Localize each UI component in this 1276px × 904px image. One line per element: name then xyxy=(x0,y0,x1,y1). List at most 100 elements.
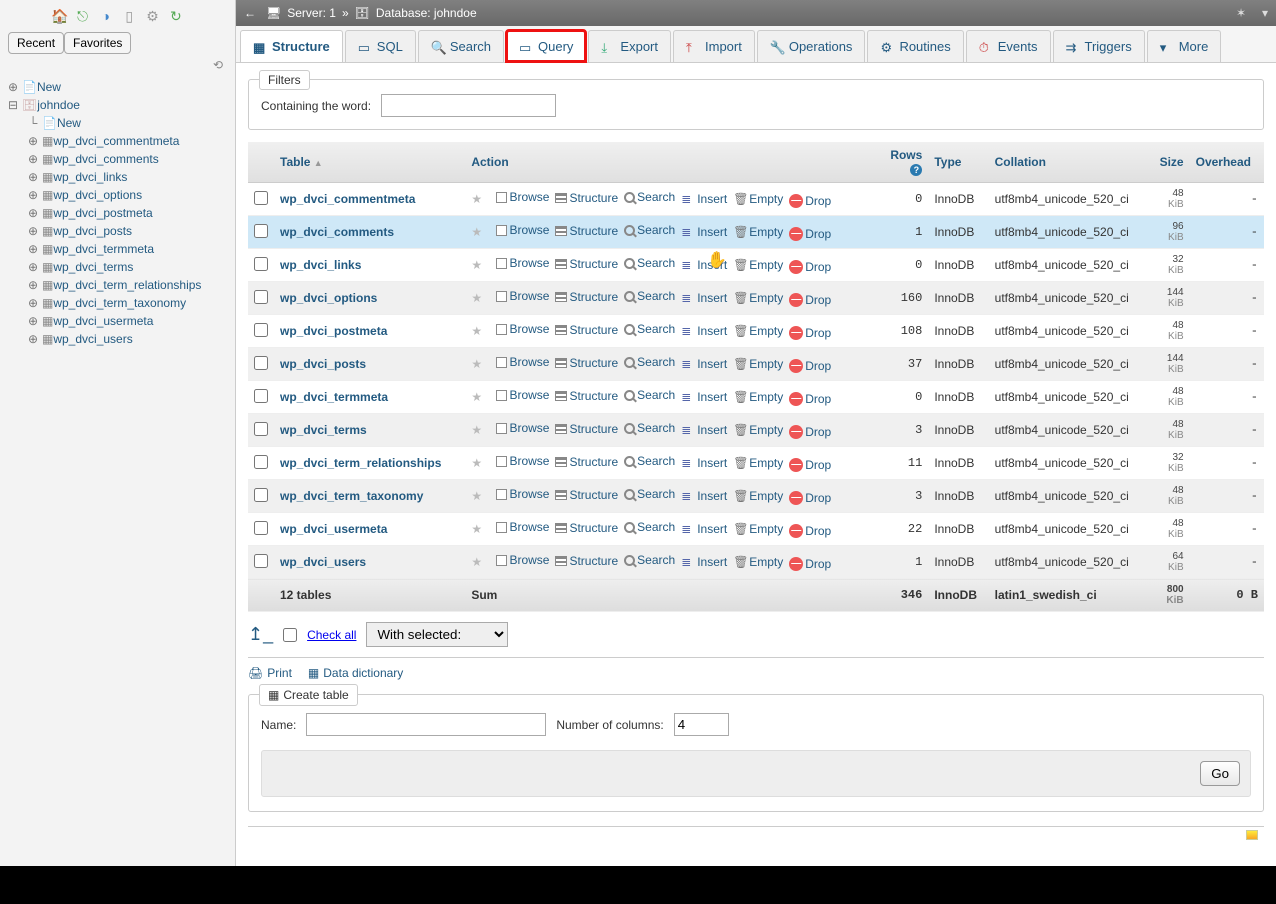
favorites-tab[interactable]: Favorites xyxy=(64,32,131,54)
tree-expand-icon[interactable]: ⊕ xyxy=(26,152,40,166)
drop-action[interactable]: —Drop xyxy=(789,557,831,571)
row-checkbox[interactable] xyxy=(254,224,268,238)
structure-action[interactable]: Structure xyxy=(555,422,618,436)
table-name-link[interactable]: wp_dvci_term_relationships xyxy=(280,456,441,470)
breadcrumb-database[interactable]: Database: johndoe xyxy=(376,6,477,20)
empty-action[interactable]: 🗑Empty xyxy=(733,456,783,470)
tree-table-link[interactable]: wp_dvci_commentmeta xyxy=(53,134,179,148)
empty-action[interactable]: 🗑Empty xyxy=(733,225,783,239)
favorite-icon[interactable]: ★ xyxy=(471,555,482,569)
browse-action[interactable]: Browse xyxy=(496,553,549,567)
tree-table-link[interactable]: wp_dvci_links xyxy=(53,170,127,184)
insert-action[interactable]: ≣Insert xyxy=(681,456,727,470)
tree-expand-icon[interactable]: ⊕ xyxy=(26,134,40,148)
search-action[interactable]: Search xyxy=(624,322,675,336)
row-checkbox[interactable] xyxy=(254,257,268,271)
favorite-icon[interactable]: ★ xyxy=(471,324,482,338)
empty-action[interactable]: 🗑Empty xyxy=(733,258,783,272)
col-type[interactable]: Type xyxy=(928,142,988,183)
table-name-link[interactable]: wp_dvci_comments xyxy=(280,225,394,239)
empty-action[interactable]: 🗑Empty xyxy=(733,555,783,569)
table-row[interactable]: wp_dvci_postmeta★BrowseStructureSearch≣I… xyxy=(248,315,1264,348)
table-row[interactable]: wp_dvci_commentmeta★BrowseStructureSearc… xyxy=(248,183,1264,216)
table-row[interactable]: wp_dvci_comments★BrowseStructureSearch≣I… xyxy=(248,216,1264,249)
tab-export[interactable]: ⤓Export xyxy=(588,30,671,62)
tree-expand-icon[interactable]: ⊕ xyxy=(26,242,40,256)
home-icon[interactable]: 🏠 xyxy=(51,8,67,24)
tree-expand-icon[interactable]: ⊕ xyxy=(26,296,40,310)
tree-table-link[interactable]: wp_dvci_term_relationships xyxy=(53,278,201,292)
tree-db-link[interactable]: johndoe xyxy=(37,98,80,112)
table-row[interactable]: wp_dvci_usermeta★BrowseStructureSearch≣I… xyxy=(248,513,1264,546)
table-row[interactable]: wp_dvci_users★BrowseStructureSearch≣Inse… xyxy=(248,546,1264,579)
tree-expand-icon[interactable]: ⊕ xyxy=(26,278,40,292)
favorite-icon[interactable]: ★ xyxy=(471,456,482,470)
structure-action[interactable]: Structure xyxy=(555,488,618,502)
tab-import[interactable]: ⤒Import xyxy=(673,30,755,62)
table-name-link[interactable]: wp_dvci_commentmeta xyxy=(280,192,415,206)
tree-expand-icon[interactable]: ⊕ xyxy=(26,170,40,184)
browse-action[interactable]: Browse xyxy=(496,388,549,402)
favorite-icon[interactable]: ★ xyxy=(471,258,482,272)
tree-table-link[interactable]: wp_dvci_options xyxy=(53,188,142,202)
check-all-checkbox[interactable] xyxy=(283,628,297,642)
search-action[interactable]: Search xyxy=(624,289,675,303)
empty-action[interactable]: 🗑Empty xyxy=(733,390,783,404)
structure-action[interactable]: Structure xyxy=(555,290,618,304)
col-table[interactable]: Table ▲ xyxy=(274,142,465,183)
row-checkbox[interactable] xyxy=(254,521,268,535)
drop-action[interactable]: —Drop xyxy=(789,392,831,406)
filters-input[interactable] xyxy=(381,94,556,117)
tree-expand-icon[interactable]: ⊕ xyxy=(26,224,40,238)
row-checkbox[interactable] xyxy=(254,191,268,205)
tree-table-link[interactable]: wp_dvci_term_taxonomy xyxy=(53,296,186,310)
drop-action[interactable]: —Drop xyxy=(789,491,831,505)
row-checkbox[interactable] xyxy=(254,290,268,304)
browse-action[interactable]: Browse xyxy=(496,322,549,336)
table-name-link[interactable]: wp_dvci_terms xyxy=(280,423,367,437)
table-row[interactable]: wp_dvci_term_taxonomy★BrowseStructureSea… xyxy=(248,480,1264,513)
tree-expand-icon[interactable]: ⊕ xyxy=(26,260,40,274)
tab-routines[interactable]: ⚙Routines xyxy=(867,30,963,62)
search-action[interactable]: Search xyxy=(624,421,675,435)
tab-search[interactable]: 🔍Search xyxy=(418,30,504,62)
table-row[interactable]: wp_dvci_links★BrowseStructureSearch≣Inse… xyxy=(248,249,1264,282)
drop-action[interactable]: —Drop xyxy=(789,359,831,373)
create-cols-input[interactable] xyxy=(674,713,729,736)
favorite-icon[interactable]: ★ xyxy=(471,225,482,239)
row-checkbox[interactable] xyxy=(254,356,268,370)
structure-action[interactable]: Structure xyxy=(555,224,618,238)
table-name-link[interactable]: wp_dvci_usermeta xyxy=(280,522,387,536)
search-action[interactable]: Search xyxy=(624,388,675,402)
structure-action[interactable]: Structure xyxy=(555,356,618,370)
search-action[interactable]: Search xyxy=(624,256,675,270)
go-button[interactable]: Go xyxy=(1200,761,1240,786)
row-checkbox[interactable] xyxy=(254,554,268,568)
sql-icon[interactable]: ▯ xyxy=(121,8,137,24)
empty-action[interactable]: 🗑Empty xyxy=(733,192,783,206)
drop-action[interactable]: —Drop xyxy=(789,326,831,340)
tree-expand-icon[interactable]: ⊕ xyxy=(26,188,40,202)
row-checkbox[interactable] xyxy=(254,389,268,403)
favorite-icon[interactable]: ★ xyxy=(471,291,482,305)
docs-icon[interactable]: ◑ xyxy=(98,8,114,24)
page-menu-icon[interactable]: ▾ xyxy=(1262,6,1268,20)
nav-back-icon[interactable]: ← xyxy=(244,6,260,20)
create-name-input[interactable] xyxy=(306,713,546,736)
data-dictionary-link[interactable]: ▦Data dictionary xyxy=(308,666,403,680)
table-row[interactable]: wp_dvci_terms★BrowseStructureSearch≣Inse… xyxy=(248,414,1264,447)
logout-icon[interactable]: ⎋ xyxy=(74,8,90,24)
page-settings-icon[interactable]: ✶ xyxy=(1236,6,1246,20)
search-action[interactable]: Search xyxy=(624,553,675,567)
favorite-icon[interactable]: ★ xyxy=(471,192,482,206)
tree-table-link[interactable]: wp_dvci_usermeta xyxy=(53,314,153,328)
tree-expand-icon[interactable]: ⊕ xyxy=(6,80,20,94)
insert-action[interactable]: ≣Insert xyxy=(681,324,727,338)
table-name-link[interactable]: wp_dvci_options xyxy=(280,291,377,305)
drop-action[interactable]: —Drop xyxy=(789,524,831,538)
drop-action[interactable]: —Drop xyxy=(789,293,831,307)
tab-query[interactable]: ▭Query xyxy=(506,30,586,62)
row-checkbox[interactable] xyxy=(254,422,268,436)
structure-action[interactable]: Structure xyxy=(555,521,618,535)
favorite-icon[interactable]: ★ xyxy=(471,423,482,437)
